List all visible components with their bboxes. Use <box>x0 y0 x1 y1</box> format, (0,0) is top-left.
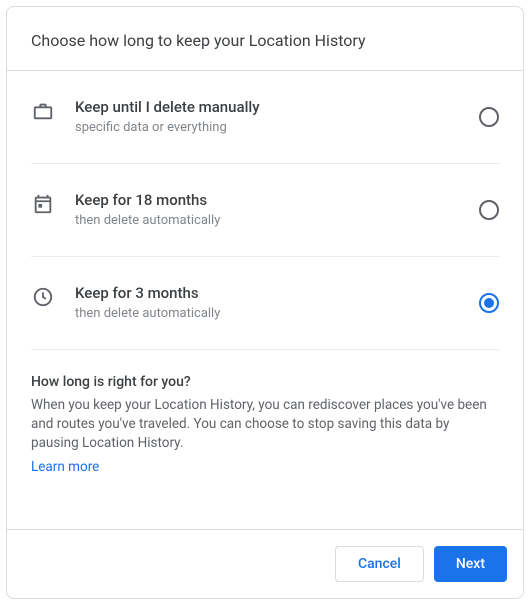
radio-button[interactable] <box>479 107 499 127</box>
dialog-title: Choose how long to keep your Location Hi… <box>31 31 499 50</box>
cancel-button[interactable]: Cancel <box>335 546 424 582</box>
option-keep-18-months[interactable]: Keep for 18 months then delete automatic… <box>31 164 499 257</box>
option-subtitle: then delete automatically <box>75 305 479 323</box>
info-body: When you keep your Location History, you… <box>31 396 499 453</box>
dialog-card: Choose how long to keep your Location Hi… <box>6 6 524 599</box>
dialog-header: Choose how long to keep your Location Hi… <box>7 7 523 71</box>
info-title: How long is right for you? <box>31 374 499 390</box>
option-title: Keep for 3 months <box>75 283 479 303</box>
clock-icon <box>31 285 55 309</box>
option-subtitle: specific data or everything <box>75 119 479 137</box>
radio-button[interactable] <box>479 293 499 313</box>
option-keep-manual[interactable]: Keep until I delete manually specific da… <box>31 71 499 164</box>
option-title: Keep until I delete manually <box>75 97 479 117</box>
briefcase-icon <box>31 99 55 123</box>
option-text: Keep until I delete manually specific da… <box>55 97 479 137</box>
learn-more-link[interactable]: Learn more <box>31 459 99 475</box>
option-text: Keep for 18 months then delete automatic… <box>55 190 479 230</box>
options-list: Keep until I delete manually specific da… <box>7 71 523 350</box>
info-section: How long is right for you? When you keep… <box>7 350 523 529</box>
option-keep-3-months[interactable]: Keep for 3 months then delete automatica… <box>31 257 499 350</box>
option-title: Keep for 18 months <box>75 190 479 210</box>
option-subtitle: then delete automatically <box>75 212 479 230</box>
calendar-icon <box>31 192 55 216</box>
radio-button[interactable] <box>479 200 499 220</box>
option-text: Keep for 3 months then delete automatica… <box>55 283 479 323</box>
dialog-footer: Cancel Next <box>7 529 523 598</box>
next-button[interactable]: Next <box>434 546 507 582</box>
